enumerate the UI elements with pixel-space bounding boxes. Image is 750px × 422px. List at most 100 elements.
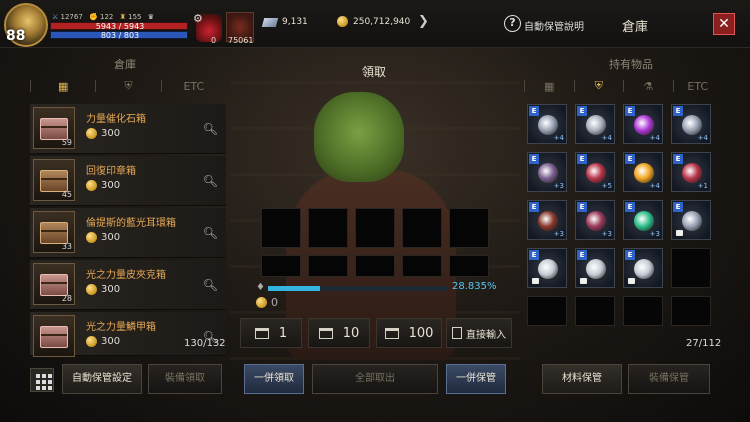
gear-icon[interactable]: ⚙ <box>193 12 203 25</box>
empty-slot[interactable] <box>671 248 711 288</box>
material-store-button[interactable]: 材料保管 <box>542 364 622 394</box>
empty-slot[interactable] <box>575 296 615 326</box>
inventory-tabs: ▦ ⛨ ⚗ ETC <box>524 76 722 96</box>
withdraw-slot[interactable] <box>308 208 348 248</box>
help-icon[interactable]: ? <box>504 15 521 32</box>
withdraw-slot[interactable] <box>402 208 442 248</box>
auto-storage-setting-button[interactable]: 自動保管設定 <box>62 364 142 394</box>
item-icon <box>538 115 558 135</box>
gold-coin-icon <box>86 180 97 191</box>
inventory-item[interactable]: E +3 <box>527 152 567 192</box>
list-item[interactable]: 45 回復印章箱 300 🔍︎ <box>30 156 226 206</box>
qty-10-button[interactable]: 10 <box>308 318 370 348</box>
withdraw-slot[interactable] <box>402 255 442 277</box>
tab-storage-etc[interactable]: ETC <box>162 80 226 93</box>
item-name: 回復印章箱 <box>86 166 136 177</box>
qty-label: 100 <box>408 325 434 341</box>
withdraw-slot[interactable] <box>449 208 489 248</box>
withdraw-all-button[interactable]: 一併領取 <box>244 364 304 394</box>
grid-icon: ▦ <box>57 79 69 93</box>
close-button[interactable]: ✕ <box>713 13 735 35</box>
price-value: 300 <box>101 180 121 191</box>
qty-1-button[interactable]: 1 <box>240 318 302 348</box>
inventory-item[interactable]: E +4 <box>623 104 663 144</box>
inventory-item[interactable]: E +4 <box>671 104 711 144</box>
equip-withdraw-button[interactable]: 裝備領取 <box>148 364 222 394</box>
withdraw-slot[interactable] <box>308 255 348 277</box>
gold-coin-icon <box>86 232 97 243</box>
inventory-item[interactable]: E <box>671 200 711 240</box>
inventory-item[interactable]: E +1 <box>671 152 711 192</box>
inventory-item[interactable]: E <box>575 248 615 288</box>
inventory-item[interactable]: E +4 <box>575 104 615 144</box>
item-icon <box>682 163 702 183</box>
progress-fill <box>268 286 320 291</box>
withdraw-slot[interactable] <box>261 208 301 248</box>
inventory-item[interactable]: E +4 <box>527 104 567 144</box>
stat2-value: 122 <box>99 13 114 21</box>
quick-item-count: 75061 <box>228 36 254 45</box>
trophy-icon: ♛ <box>147 13 154 21</box>
magnifier-icon[interactable]: 🔍︎ <box>203 122 218 136</box>
help-label[interactable]: 自動保管說明 <box>524 18 584 33</box>
withdraw-slot[interactable] <box>261 255 301 277</box>
tab-inventory-equip[interactable]: ⛨ <box>575 79 624 93</box>
price-value: 300 <box>101 232 121 243</box>
list-item[interactable]: 光之力量鱗甲箱 300 🔍︎ <box>30 312 226 357</box>
qty-100-button[interactable]: 100 <box>376 318 442 348</box>
potion-icon: ⚗ <box>643 79 654 93</box>
cart-icon <box>384 327 399 339</box>
take-all-button[interactable]: 全部取出 <box>312 364 438 394</box>
goblin-npc <box>314 92 404 182</box>
castle-icon: ♜ <box>119 13 126 21</box>
item-icon <box>634 115 654 135</box>
gold-coin-icon <box>337 16 348 30</box>
inventory-item[interactable]: E <box>527 248 567 288</box>
lock-icon <box>676 230 683 236</box>
enhance-level: +4 <box>553 134 564 142</box>
stat-group: ⚔ 12767 ✊ 122 ♜ 155 ♛ <box>52 13 154 21</box>
inventory-item[interactable]: E <box>623 248 663 288</box>
mp-text: 803 / 803 <box>100 31 140 40</box>
direct-input-button[interactable]: 直接輸入 <box>446 318 512 348</box>
equip-badge-icon: E <box>625 106 635 116</box>
grid-view-button[interactable] <box>30 368 54 392</box>
qty-label: 1 <box>278 325 288 341</box>
enhance-level: +4 <box>697 134 708 142</box>
magnifier-icon[interactable]: 🔍︎ <box>203 174 218 188</box>
price-value: 300 <box>101 336 121 347</box>
cart-icon <box>318 327 333 339</box>
list-item[interactable]: 59 力量催化石箱 300 🔍︎ <box>30 104 226 154</box>
empty-slot[interactable] <box>527 296 567 326</box>
item-icon <box>586 115 606 135</box>
withdraw-slot[interactable] <box>355 255 395 277</box>
item-price: 300 <box>86 180 120 191</box>
hp-bar: 5943 / 5943 <box>50 22 188 31</box>
magnifier-icon[interactable]: 🔍︎ <box>203 278 218 292</box>
tab-inventory-potion[interactable]: ⚗ <box>624 80 673 93</box>
chevron-right-icon[interactable]: ❯ <box>418 14 429 29</box>
stat3-value: 155 <box>128 13 142 21</box>
inventory-item[interactable]: E +3 <box>527 200 567 240</box>
withdraw-slot[interactable] <box>355 208 395 248</box>
item-icon <box>586 211 606 231</box>
item-count: 45 <box>61 190 72 199</box>
inventory-item[interactable]: E +4 <box>623 152 663 192</box>
tab-storage-equip[interactable]: ⛨ <box>96 79 160 93</box>
list-item[interactable]: 33 倫提斯的藍光耳環箱 300 🔍︎ <box>30 208 226 258</box>
empty-slot[interactable] <box>623 296 663 326</box>
tab-inventory-all[interactable]: ▦ <box>525 80 574 93</box>
equip-store-button[interactable]: 裝備保管 <box>628 364 710 394</box>
tab-storage-all[interactable]: ▦ <box>31 80 95 93</box>
inventory-item[interactable]: E +5 <box>575 152 615 192</box>
tab-inventory-etc[interactable]: ETC <box>674 80 723 93</box>
empty-slot[interactable] <box>671 296 711 326</box>
store-all-button[interactable]: 一併保管 <box>446 364 506 394</box>
list-item[interactable]: 28 光之力量皮夾克箱 300 🔍︎ <box>30 260 226 310</box>
item-name: 力量催化石箱 <box>86 114 146 125</box>
inventory-item[interactable]: E +3 <box>623 200 663 240</box>
equip-badge-icon: E <box>529 250 539 260</box>
withdraw-slot[interactable] <box>449 255 489 277</box>
magnifier-icon[interactable]: 🔍︎ <box>203 226 218 240</box>
inventory-item[interactable]: E +3 <box>575 200 615 240</box>
